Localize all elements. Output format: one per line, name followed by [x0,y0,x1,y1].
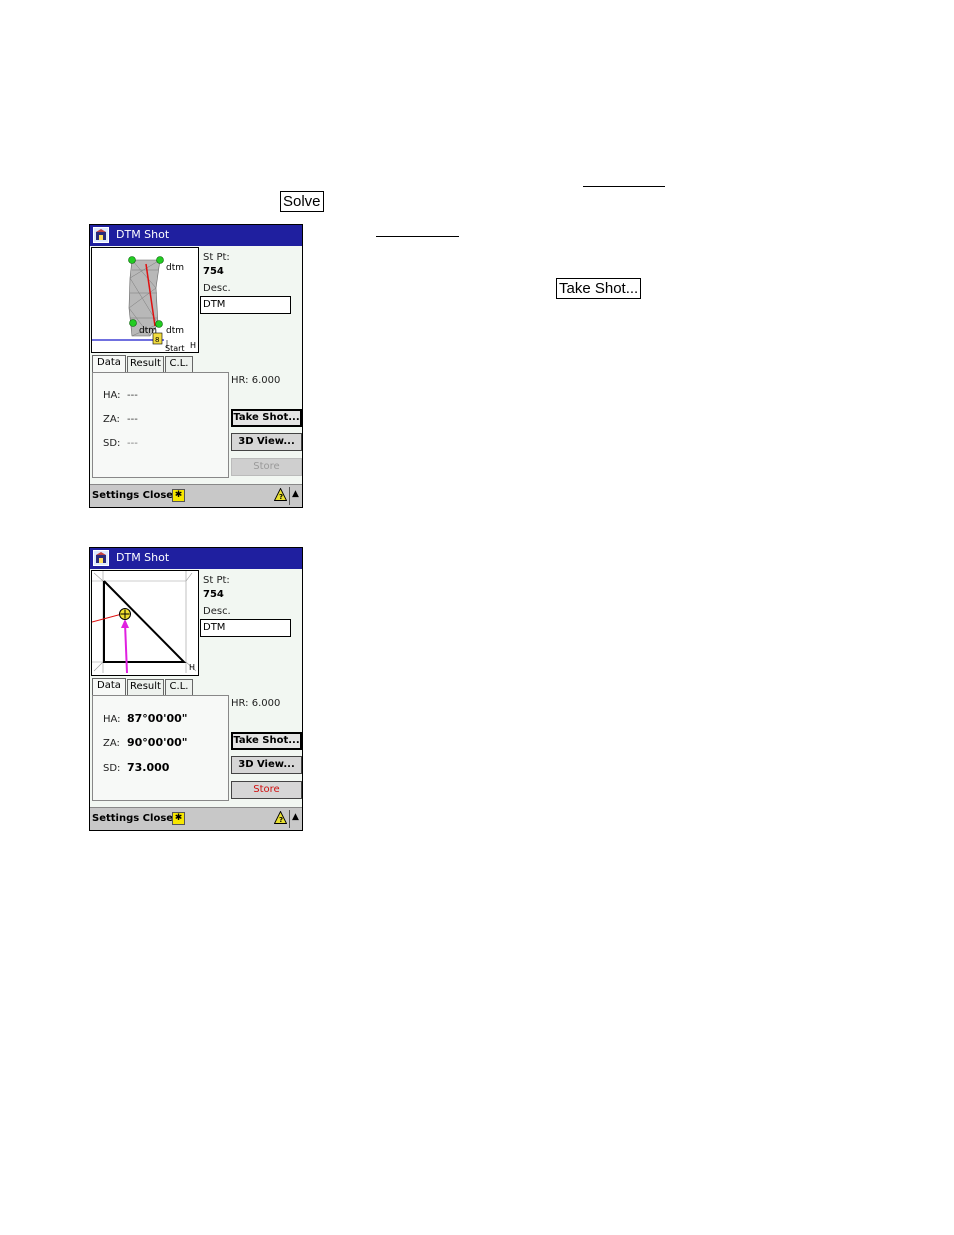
st-pt-value: 754 [203,266,224,277]
data-panel: HA: 87°00'00" ZA: 90°00'00" SD: 73.000 [92,695,229,801]
st-pt-label: St Pt: [203,252,230,263]
solve-button-reference: Solve [280,191,324,212]
sd-row: SD: --- [103,438,138,449]
tab-cl[interactable]: C.L. [165,679,193,695]
za-value: --- [127,414,138,425]
window-title: DTM Shot [116,228,170,241]
za-label: ZA: [103,738,120,749]
menu-bar: Settings Close ✱ ? ▲ [90,484,302,507]
data-panel: HA: --- ZA: --- SD: --- [92,372,229,478]
dtm-shot-screen-after: DTM Shot H St Pt: 754 Desc. DTM Data Res… [89,547,303,831]
hr-value: HR: 6.000 [231,698,281,709]
desc-label: Desc. [203,606,231,617]
sd-value: 73.000 [127,761,170,774]
st-pt-value: 754 [203,589,224,600]
sd-label: SD: [103,438,121,449]
underlined-blank-1 [583,186,665,187]
tab-data[interactable]: Data [92,355,126,373]
title-bar: DTM Shot [90,548,302,569]
tab-data[interactable]: Data [92,678,126,696]
star-icon[interactable]: ✱ [172,812,185,825]
tab-result[interactable]: Result [127,679,164,695]
svg-text:?: ? [279,816,283,824]
za-row: ZA: --- [103,414,138,425]
tab-result[interactable]: Result [127,356,164,372]
desc-input[interactable]: DTM [200,296,291,314]
plan-view[interactable]: H [91,570,199,676]
hr-value: HR: 6.000 [231,375,281,386]
svg-text:8: 8 [155,336,159,344]
3d-view-button[interactable]: 3D View... [231,756,302,774]
za-row: ZA: 90°00'00" [103,736,188,749]
ha-label: HA: [103,714,121,725]
menu-separator [289,487,290,505]
sd-label: SD: [103,763,121,774]
svg-text:?: ? [279,493,283,501]
st-pt-label: St Pt: [203,575,230,586]
store-button[interactable]: Store [231,781,302,799]
app-logo-icon[interactable] [93,227,109,243]
star-icon[interactable]: ✱ [172,489,185,502]
window-title: DTM Shot [116,551,170,564]
ha-label: HA: [103,390,121,401]
tab-cl[interactable]: C.L. [165,356,193,372]
sd-row: SD: 73.000 [103,761,169,774]
up-arrow-icon[interactable]: ▲ [292,489,299,499]
3d-view-button[interactable]: 3D View... [231,433,302,451]
sd-value: --- [127,438,138,449]
store-button[interactable]: Store [231,458,302,476]
h-label: H [190,341,196,350]
ha-value: 87°00'00" [127,712,188,725]
menu-separator [289,810,290,828]
dtm-label-bottom-right: dtm [166,326,184,336]
settings-close-menu[interactable]: Settings Close [92,490,173,501]
ha-row: HA: --- [103,390,138,401]
ha-value: --- [127,390,138,401]
warning-icon[interactable]: ? [273,487,288,504]
take-shot-button[interactable]: Take Shot... [231,409,302,427]
desc-input[interactable]: DTM [200,619,291,637]
ha-row: HA: 87°00'00" [103,712,188,725]
underlined-blank-2 [376,236,459,237]
take-shot-button[interactable]: Take Shot... [231,732,302,750]
dtm-label-top: dtm [166,263,184,273]
h-label: H [189,663,195,672]
za-label: ZA: [103,414,120,425]
dtm-shot-screen-before: DTM Shot dtm dtm dtm 8 Start H St Pt: 75… [89,224,303,508]
title-bar: DTM Shot [90,225,302,246]
menu-bar: Settings Close ✱ ? ▲ [90,807,302,830]
desc-label: Desc. [203,283,231,294]
up-arrow-icon[interactable]: ▲ [292,812,299,822]
start-label: Start [165,344,185,353]
plan-view[interactable]: dtm dtm dtm 8 Start H [91,247,199,353]
warning-icon[interactable]: ? [273,810,288,827]
app-logo-icon[interactable] [93,550,109,566]
za-value: 90°00'00" [127,736,188,749]
take-shot-button-reference: Take Shot... [556,278,642,299]
settings-close-menu[interactable]: Settings Close [92,813,173,824]
